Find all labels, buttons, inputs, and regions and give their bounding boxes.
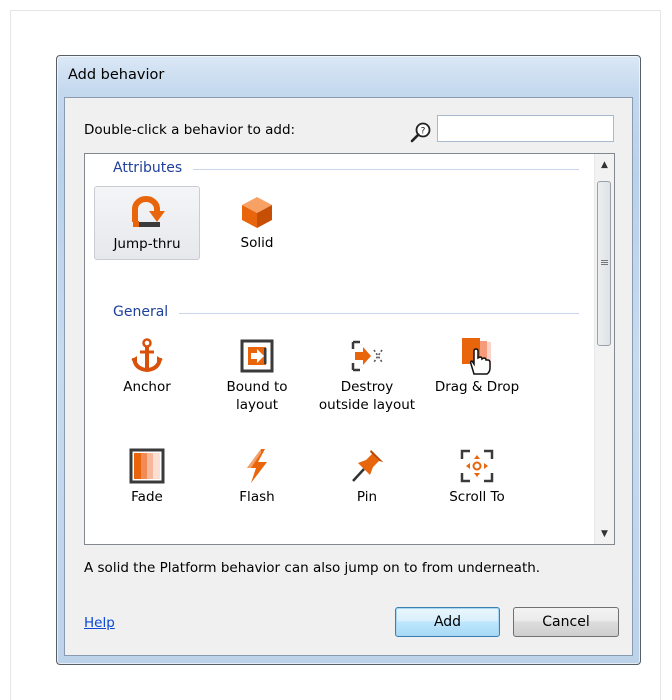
group-divider — [193, 169, 579, 170]
vertical-scrollbar[interactable]: ▲ ▼ — [594, 154, 614, 544]
behavior-item-destroy-outside-layout[interactable]: Destroy outside layout — [314, 330, 420, 422]
anchor-icon — [131, 338, 163, 373]
behavior-item-anchor[interactable]: Anchor — [94, 330, 200, 422]
help-link[interactable]: Help — [84, 615, 115, 631]
flash-icon — [247, 449, 267, 483]
behavior-item-solid[interactable]: Solid — [204, 186, 310, 260]
behavior-item-jump-thru[interactable]: Jump-thru — [94, 186, 200, 260]
behavior-label: Anchor — [123, 379, 171, 395]
behavior-label: Flash — [239, 489, 275, 505]
solid-cube-icon — [242, 197, 272, 228]
dialog-title: Add behavior — [68, 67, 165, 83]
bound-to-layout-icon — [240, 339, 274, 373]
jump-thru-icon — [132, 196, 165, 227]
behavior-label: Jump-thru — [113, 236, 181, 252]
scrollbar-thumb[interactable] — [597, 181, 611, 346]
scroll-to-icon — [460, 449, 494, 483]
search-input[interactable] — [437, 115, 614, 142]
add-button[interactable]: Add — [395, 607, 500, 637]
scroll-down-arrow-icon[interactable]: ▼ — [595, 524, 614, 543]
pin-icon — [352, 450, 383, 482]
destroy-outside-layout-icon — [351, 340, 383, 372]
behavior-label: Scroll To — [449, 489, 505, 505]
dialog-body: Double-click a behavior to add: ? Attrib… — [64, 97, 633, 656]
drag-drop-icon — [462, 338, 491, 375]
behavior-list[interactable]: Attributes Jump-thru Solid General Ancho… — [84, 153, 615, 545]
behavior-item-scroll-to[interactable]: Scroll To — [424, 440, 530, 514]
cancel-button[interactable]: Cancel — [513, 607, 619, 637]
behavior-description: A solid the Platform behavior can also j… — [84, 560, 541, 576]
add-behavior-dialog: Add behavior Double-click a behavior to … — [56, 55, 641, 665]
behavior-label: Pin — [356, 489, 378, 505]
group-header-general: General — [113, 304, 169, 320]
group-header-attributes: Attributes — [113, 160, 183, 176]
behavior-label: Solid — [240, 235, 274, 251]
behavior-label: Destroy outside layout — [318, 379, 416, 413]
instruction-label: Double-click a behavior to add: — [84, 122, 296, 138]
behavior-label: Drag & Drop — [434, 379, 520, 395]
fade-icon — [129, 448, 165, 484]
behavior-label: Bound to layout — [226, 379, 288, 413]
behavior-label: Fade — [131, 489, 163, 505]
behavior-item-fade[interactable]: Fade — [94, 440, 200, 514]
group-divider — [179, 313, 579, 314]
svg-text:?: ? — [421, 127, 426, 137]
behavior-item-drag-drop[interactable]: Drag & Drop — [424, 330, 530, 422]
behavior-item-bound-to-layout[interactable]: Bound to layout — [204, 330, 310, 422]
scroll-up-arrow-icon[interactable]: ▲ — [595, 155, 614, 174]
behavior-item-pin[interactable]: Pin — [314, 440, 420, 514]
behavior-item-flash[interactable]: Flash — [204, 440, 310, 514]
search-icon: ? — [410, 122, 431, 143]
